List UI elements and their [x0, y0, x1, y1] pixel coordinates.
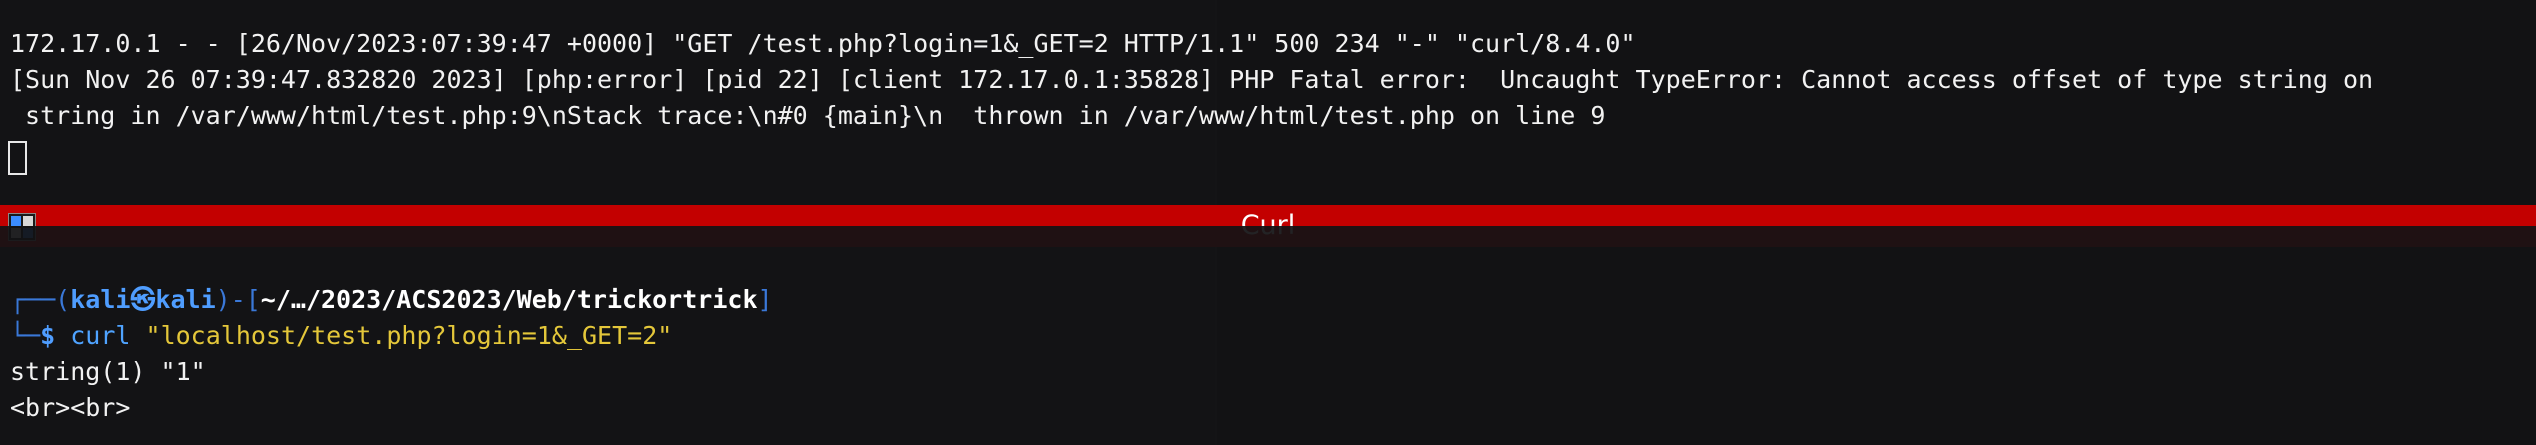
prompt-symbol: $ [40, 321, 56, 350]
top-terminal-pane[interactable]: 172.17.0.1 - - [26/Nov/2023:07:39:47 +00… [0, 0, 2536, 205]
prompt-separator: )-[ [215, 285, 261, 314]
bottom-terminal-pane[interactable]: ┌──(kali㉿kali)-[~/…/2023/ACS2023/Web/tri… [0, 226, 2536, 445]
output-line-2: <br><br> [10, 393, 131, 422]
prompt-bracket-close: ] [757, 285, 773, 314]
terminal-cursor [8, 141, 27, 175]
prompt-corner-top: ┌──( [10, 285, 71, 314]
command-argument: "localhost/test.php?login=1&_GET=2" [145, 321, 673, 350]
prompt-corner-bottom: └─ [10, 321, 41, 350]
output-line-1: string(1) "1" [10, 357, 206, 386]
log-line-error-continued: string in /var/www/html/test.php:9\nStac… [10, 101, 1606, 130]
prompt-line-2: └─$ curl "localhost/test.php?login=1&_GE… [10, 318, 672, 354]
log-line-access: 172.17.0.1 - - [26/Nov/2023:07:39:47 +00… [10, 29, 1636, 58]
prompt-user: kali㉿kali [70, 285, 216, 314]
command-name: curl [70, 321, 131, 350]
prompt-path: ~/…/2023/ACS2023/Web/trickortrick [260, 285, 758, 314]
prompt-line-1: ┌──(kali㉿kali)-[~/…/2023/ACS2023/Web/tri… [10, 282, 773, 318]
log-line-error: [Sun Nov 26 07:39:47.832820 2023] [php:e… [10, 65, 2374, 94]
